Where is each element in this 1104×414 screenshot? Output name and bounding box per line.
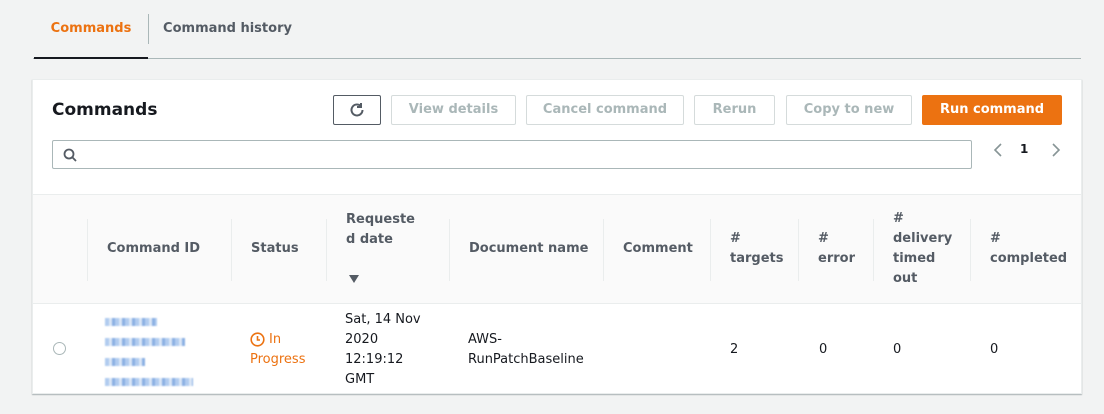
column-header-error[interactable]: # error — [818, 195, 878, 303]
column-divider — [873, 219, 874, 281]
targets-cell: 2 — [730, 342, 739, 357]
page-number[interactable]: 1 — [1020, 142, 1028, 156]
column-divider — [603, 219, 604, 281]
panel-title: Commands — [52, 100, 158, 120]
column-divider — [449, 219, 450, 281]
command-id-link[interactable] — [105, 312, 215, 392]
row-select-radio[interactable] — [53, 342, 66, 355]
run-command-button[interactable]: Run command — [922, 95, 1062, 125]
column-header-document-name[interactable]: Document name — [469, 195, 599, 303]
completed-cell: 0 — [990, 342, 999, 357]
clock-icon — [250, 332, 265, 347]
column-header-status[interactable]: Status — [251, 195, 321, 303]
column-divider — [798, 219, 799, 281]
view-details-button[interactable]: View details — [391, 95, 516, 125]
column-header-comment[interactable]: Comment — [623, 195, 703, 303]
tab-command-history[interactable]: Command history — [149, 0, 306, 58]
rerun-button[interactable]: Rerun — [694, 95, 775, 125]
column-divider — [970, 219, 971, 281]
column-header-requested-date[interactable]: Requeste d date — [346, 195, 446, 303]
cancel-command-button[interactable]: Cancel command — [526, 95, 684, 125]
column-header-command-id[interactable]: Command ID — [107, 195, 227, 303]
column-divider — [87, 219, 88, 281]
delivery-timed-out-cell: 0 — [893, 342, 902, 357]
search-icon — [63, 148, 77, 162]
tab-commands[interactable]: Commands — [34, 0, 148, 59]
error-cell: 0 — [819, 342, 828, 357]
status-badge: In Progress — [250, 332, 306, 367]
chevron-left-icon[interactable] — [991, 142, 1005, 158]
chevron-right-icon[interactable] — [1049, 142, 1063, 158]
search-input[interactable] — [85, 145, 965, 165]
document-name-cell: AWS- RunPatchBaseline — [468, 332, 584, 367]
search-box[interactable] — [52, 140, 972, 169]
column-divider — [710, 219, 711, 281]
column-divider — [326, 219, 327, 281]
copy-to-new-button[interactable]: Copy to new — [786, 95, 912, 125]
refresh-icon — [350, 103, 364, 117]
tab-bar: Commands Command history — [33, 0, 1081, 59]
column-header-completed[interactable]: # completed — [990, 195, 1070, 303]
table-header: Command ID Status Requeste d date Documen… — [33, 194, 1081, 304]
commands-panel: Commands View details Cancel command Rer… — [32, 79, 1082, 394]
column-header-targets[interactable]: # targets — [730, 195, 800, 303]
refresh-button[interactable] — [333, 95, 381, 125]
requested-date-cell: Sat, 14 Nov 2020 12:19:12 GMT — [345, 312, 421, 387]
sort-descending-icon[interactable] — [349, 275, 359, 283]
column-header-delivery-timed-out[interactable]: # delivery timed out — [893, 195, 963, 303]
column-divider — [231, 219, 232, 281]
